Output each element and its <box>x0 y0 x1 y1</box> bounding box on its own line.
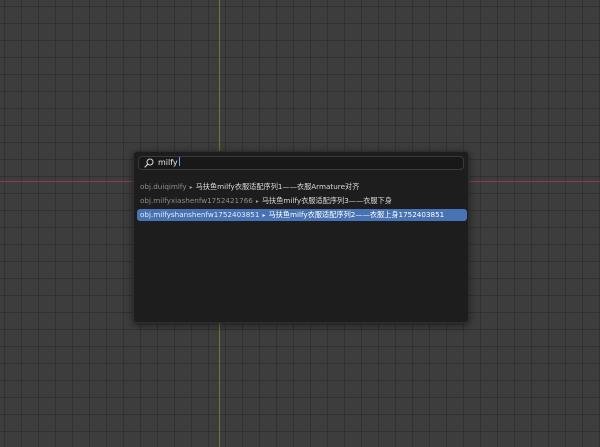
search-result-item[interactable]: obj.milfyxiashenfw1752421766 ▸ 马扶鱼milfy衣服适… <box>137 195 467 207</box>
operator-search-popup: milfy obj.duiqimlfy ▸ 马扶鱼milfy衣服适配序列1——衣服A… <box>133 151 469 323</box>
3d-viewport[interactable]: milfy obj.duiqimlfy ▸ 马扶鱼milfy衣服适配序列1——衣服A… <box>0 0 600 447</box>
search-query: milfy <box>158 158 178 167</box>
result-prefix: obj.milfyshanshenfw1752403851 <box>140 210 260 219</box>
search-icon <box>142 156 156 170</box>
text-caret <box>178 157 180 166</box>
search-result-item[interactable]: obj.duiqimlfy ▸ 马扶鱼milfy衣服适配序列1——衣服Armatur… <box>137 181 467 193</box>
search-input[interactable]: milfy <box>158 157 180 169</box>
triangle-right-icon: ▸ <box>262 212 266 219</box>
result-label: 马扶鱼milfy衣服适配序列1——衣服Armature对齐 <box>195 182 360 191</box>
result-label: 马扶鱼milfy衣服适配序列3——衣服下身 <box>261 196 392 205</box>
result-prefix: obj.duiqimlfy <box>140 182 187 191</box>
search-field[interactable]: milfy <box>138 156 464 170</box>
result-prefix: obj.milfyxiashenfw1752421766 <box>140 196 253 205</box>
result-label: 马扶鱼milfy衣服适配序列2——衣服上身1752403851 <box>268 210 445 219</box>
triangle-right-icon: ▸ <box>255 198 259 205</box>
search-result-item-selected[interactable]: obj.milfyshanshenfw1752403851 ▸ 马扶鱼milfy衣服… <box>137 209 467 221</box>
search-results-list: obj.duiqimlfy ▸ 马扶鱼milfy衣服适配序列1——衣服Armatur… <box>137 181 467 223</box>
triangle-right-icon: ▸ <box>189 184 193 191</box>
